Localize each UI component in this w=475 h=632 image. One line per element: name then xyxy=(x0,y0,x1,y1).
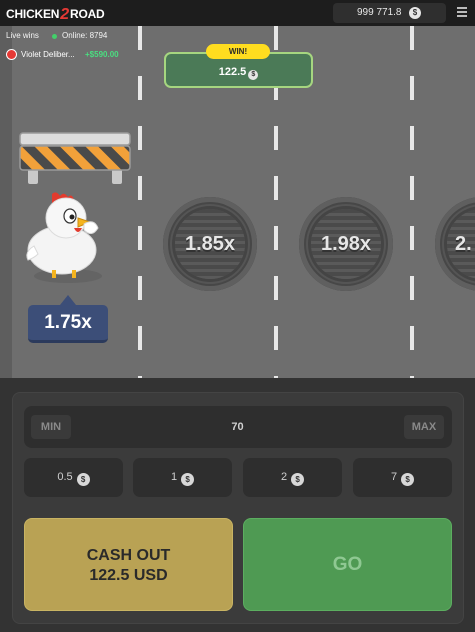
bet-chip-button[interactable]: 2 $ xyxy=(243,458,342,497)
chicken-icon xyxy=(26,192,102,283)
online-status-icon xyxy=(52,34,57,39)
game-screen: { "header": { "logo_part1": "CHICKEN", "… xyxy=(0,0,475,632)
lane-divider xyxy=(138,26,142,378)
cash-out-label: CASH OUT xyxy=(86,547,171,564)
win-username: Violet Deliber... xyxy=(21,50,75,59)
bet-amount-input[interactable] xyxy=(80,418,395,436)
dollar-coin-icon: $ xyxy=(76,473,90,486)
game-logo: CHICKEN2ROAD xyxy=(6,6,105,23)
current-multiplier-tag: 1.75x xyxy=(28,295,108,343)
top-bar: CHICKEN2ROAD 999 771.8 $ xyxy=(0,0,475,26)
dollar-coin-icon: $ xyxy=(409,7,421,19)
dollar-coin-icon: $ xyxy=(248,70,259,80)
multiplier-value: 1.98x xyxy=(320,233,372,255)
win-amount: +$590.00 xyxy=(85,50,119,59)
multiplier-value: 1.85x xyxy=(184,233,236,255)
online-count: Online: 8794 xyxy=(62,31,108,40)
manhole-multiplier: 1.98x xyxy=(299,197,393,291)
live-win-item: Violet Deliber... +$590.00 xyxy=(0,46,150,64)
max-bet-button[interactable]: MAX xyxy=(404,415,444,439)
win-amount-value: 122.5 xyxy=(218,66,247,78)
lane-divider xyxy=(410,26,414,378)
dollar-coin-icon: $ xyxy=(181,473,195,486)
dollar-coin-icon: $ xyxy=(401,473,415,486)
dollar-coin-icon: $ xyxy=(291,473,305,486)
bet-chip-button[interactable]: 7 $ xyxy=(353,458,452,497)
avatar xyxy=(6,49,17,60)
bet-chip-button[interactable]: 1 $ xyxy=(133,458,232,497)
live-wins-panel: Live wins Online: 8794 Violet Deliber...… xyxy=(0,26,150,66)
go-button[interactable]: GO xyxy=(243,518,452,611)
min-bet-button[interactable]: MIN xyxy=(31,415,71,439)
win-badge: WIN! xyxy=(206,44,270,59)
multiplier-value: 2. xyxy=(455,233,472,255)
sidewalk xyxy=(0,26,12,378)
road-barrier-icon xyxy=(19,132,131,184)
cash-out-button[interactable]: CASH OUT 122.5 USD xyxy=(24,518,233,611)
manhole-multiplier: 2. xyxy=(435,197,475,291)
cash-out-amount: 122.5 USD xyxy=(89,567,168,584)
balance-value: 999 771.8 xyxy=(357,7,402,18)
win-value: 122.5 $ xyxy=(164,66,313,80)
manhole-multiplier: 1.85x xyxy=(163,197,257,291)
balance-display: 999 771.8 $ xyxy=(333,3,446,23)
bet-chip-button[interactable]: 0.5 $ xyxy=(24,458,123,497)
hamburger-menu-icon[interactable] xyxy=(455,5,469,19)
live-wins-label: Live wins xyxy=(6,31,39,40)
